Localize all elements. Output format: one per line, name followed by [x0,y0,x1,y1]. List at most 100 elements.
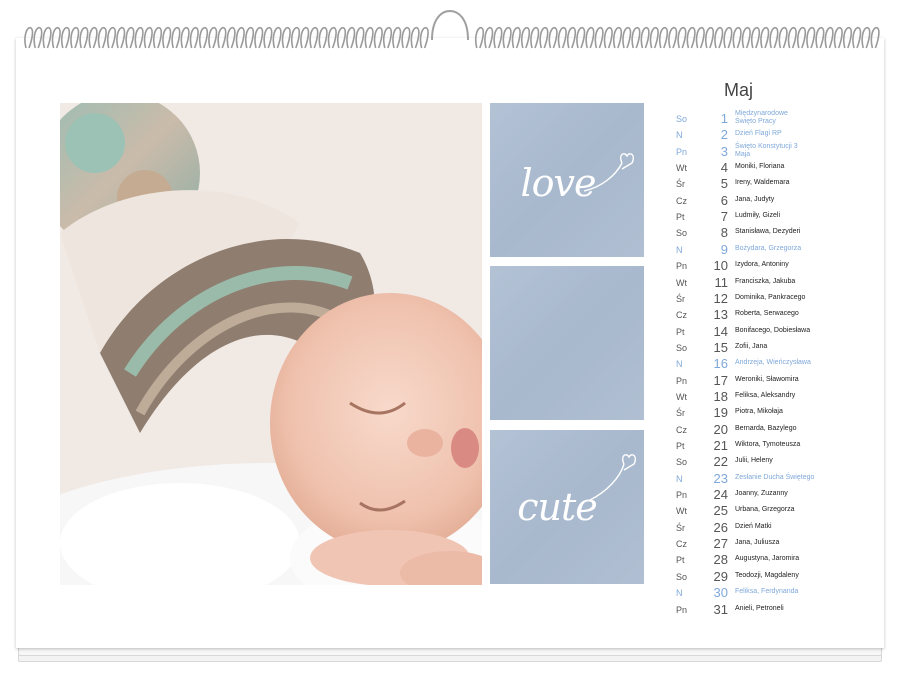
name-day: Weroniki, Sławomira [735,375,799,383]
day-row: Pn 24 Joanny, Zuzanny [676,487,876,503]
day-of-week: N [676,359,683,370]
day-of-week: Śr [676,522,685,533]
day-row: Śr 19 Piotra, Mikołaja [676,405,876,421]
day-number: 18 [713,388,728,404]
day-row: Wt 11 Franciszka, Jakuba [676,275,876,291]
day-number: 20 [713,421,728,437]
day-of-week: Pn [676,146,688,157]
day-of-week: Pt [676,212,685,223]
day-row: Cz 6 Jana, Judyty [676,193,876,209]
name-day: Feliksa, Aleksandry [735,391,796,399]
name-day: Zesłanie Ducha Świętego [735,473,815,481]
day-of-week: Cz [676,539,687,550]
day-number: 4 [720,160,728,176]
day-of-week: Śr [676,179,685,190]
day-row: So 22 Julii, Heleny [676,454,876,470]
day-row: N 30 Feliksa, Ferdynanda [676,585,876,601]
day-number: 6 [720,192,728,208]
day-row: Pn 17 Weroniki, Sławomira [676,373,876,389]
day-row: Śr 26 Dzień Matki [676,520,876,536]
day-of-week: Wt [676,506,687,517]
day-row: N 23 Zesłanie Ducha Świętego [676,471,876,487]
day-number: 25 [713,503,728,519]
heart-swirl-icon [589,454,637,501]
day-row: N 16 Andrzeja, Wieńczysława [676,356,876,372]
sleeping-baby-illustration [60,103,482,585]
name-day: Zofii, Jana [735,342,768,350]
day-of-week: Pn [676,375,688,386]
hanger-hook-icon [431,9,469,41]
day-number: 22 [713,454,728,470]
baby-photo [60,103,482,585]
name-day: Piotra, Mikołaja [735,408,783,416]
day-row: So 8 Stanisława, Dezyderi [676,225,876,241]
month-name: Maj [724,80,754,100]
day-row: Pt 14 Bonifacego, Dobiesława [676,324,876,340]
day-number: 29 [713,568,728,584]
day-of-week: Pn [676,490,688,501]
day-number: 30 [713,585,728,601]
day-of-week: Śr [676,408,685,419]
name-day: Dominika, Pankracego [735,293,806,301]
day-of-week: Cz [676,310,687,321]
day-number: 14 [713,323,728,339]
name-day: Urbana, Grzegorza [735,506,795,514]
day-of-week: So [676,342,688,353]
day-row: Cz 27 Jana, Juliusza [676,536,876,552]
day-of-week: So [676,228,688,239]
day-number: 24 [713,487,728,503]
name-day: Bonifacego, Dobiesława [735,326,811,334]
day-of-week: N [676,473,683,484]
day-row: Wt 4 Moniki, Floriana [676,160,876,176]
day-row: Pn 31 Anieli, Petroneli [676,602,876,618]
day-number: 31 [713,601,728,617]
name-day: Roberta, Serwacego [735,310,799,318]
name-day: Anieli, Petroneli [735,604,784,612]
day-of-week: Wt [676,391,687,402]
name-day: Izydora, Antoniny [735,261,789,269]
name-day: Dzień Flagi RP [735,130,782,138]
day-row: So 1 Międzynarodowe Święto Pracy [676,110,876,127]
day-of-week: N [676,130,683,141]
day-number: 28 [713,552,728,568]
plain-tile [490,266,644,420]
day-number: 21 [713,438,728,453]
day-number: 10 [713,258,728,274]
day-number: 11 [714,274,729,290]
day-number: 23 [713,470,728,486]
day-number: 9 [720,241,728,257]
day-of-week: Pt [676,441,685,451]
day-number: 17 [713,372,728,388]
day-number: 3 [720,143,728,159]
name-day: Bożydara, Grzegorza [735,244,802,252]
day-number: 7 [720,209,728,225]
day-number: 19 [713,405,728,421]
day-of-week: N [676,244,683,255]
day-of-week: Śr [676,293,685,304]
day-row: Pt 28 Augustyna, Jaromira [676,552,876,568]
day-row: Pn 3 Święto Konstytucji 3 Maja [676,142,876,160]
day-row: Pt 21 Wiktora, Tymoteusza [676,438,876,454]
name-day: Feliksa, Ferdynanda [735,588,799,596]
name-day: Święto Konstytucji 3 Maja [735,142,798,158]
day-number: 2 [720,127,728,143]
name-day: Jana, Juliusza [735,539,780,547]
day-number: 26 [713,519,728,535]
day-row: Cz 13 Roberta, Serwacego [676,307,876,323]
day-row: Pn 10 Izydora, Antoniny [676,258,876,274]
day-number: 8 [720,225,728,241]
name-day: Stanisława, Dezyderi [735,228,801,236]
day-of-week: So [676,114,688,124]
day-number: 16 [713,356,728,372]
day-number: 15 [713,339,728,355]
name-day: Joanny, Zuzanny [735,490,788,498]
day-number: 1 [720,111,728,126]
name-day: Augustyna, Jaromira [735,555,800,563]
name-day: Bernarda, Bazylego [735,424,797,432]
name-day: Franciszka, Jakuba [735,277,796,285]
love-tile: love [490,103,644,257]
day-number: 5 [720,176,728,192]
day-row: Pt 7 Ludmiły, Gizeli [676,209,876,225]
day-row: N 9 Bożydara, Grzegorza [676,242,876,258]
day-of-week: Wt [676,163,687,174]
